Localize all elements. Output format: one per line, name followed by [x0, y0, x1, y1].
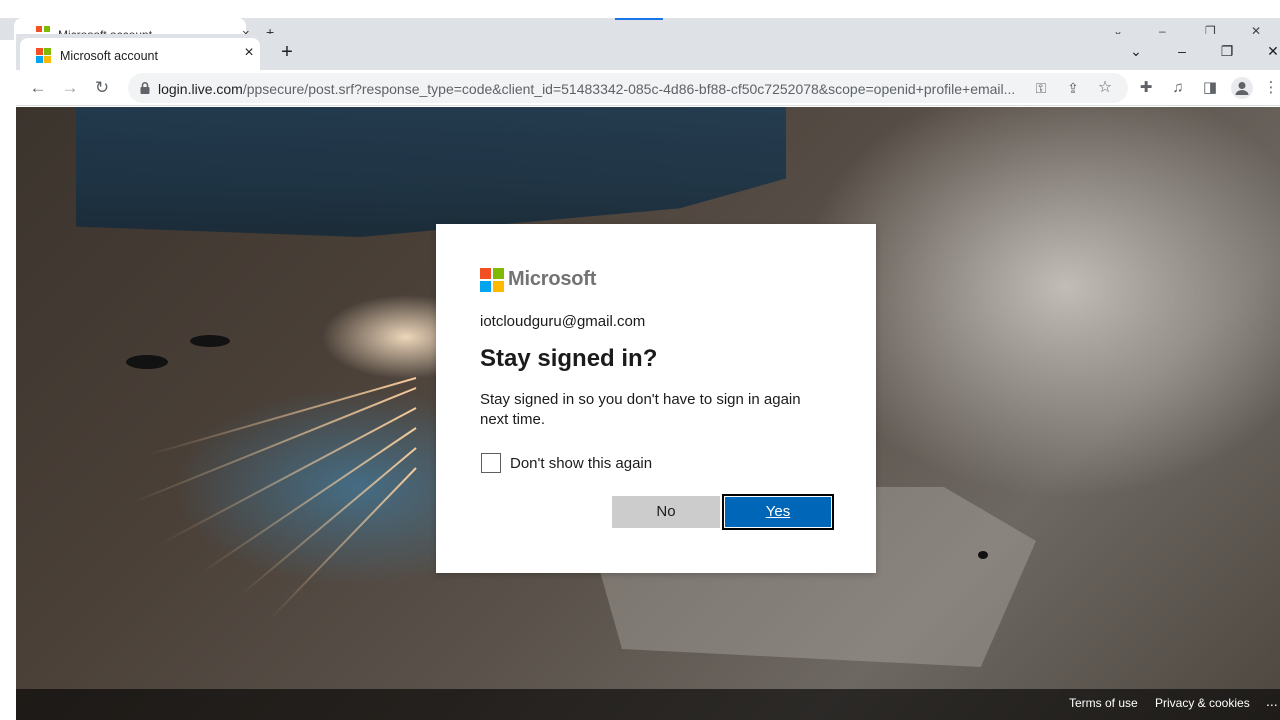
browser-toolbar: ← → ↻ login.live.com/ppsecure/post.srf?r…: [16, 70, 1280, 106]
dont-show-again-checkbox[interactable]: [481, 453, 501, 473]
address-bar[interactable]: login.live.com/ppsecure/post.srf?respons…: [128, 73, 1128, 103]
microsoft-favicon-icon: [36, 48, 52, 64]
more-options-icon[interactable]: ...: [1266, 693, 1278, 709]
background-spark: [146, 377, 417, 457]
tab-microsoft-account[interactable]: Microsoft account ×: [20, 38, 260, 70]
new-tab-button[interactable]: +: [276, 41, 298, 63]
lock-icon[interactable]: [138, 81, 152, 95]
reload-button[interactable]: ↻: [90, 76, 114, 100]
tab-strip: Microsoft account × + ⌄ – ❐ ✕: [16, 34, 1280, 70]
restore-button[interactable]: ❐: [1215, 40, 1239, 62]
background-spark: [239, 447, 417, 597]
forward-button[interactable]: →: [58, 76, 82, 100]
microsoft-logo-icon: [480, 268, 504, 292]
brand-wordmark: Microsoft: [508, 268, 597, 290]
url-host: login.live.com: [158, 81, 243, 97]
tab-search-icon[interactable]: ⌄: [1124, 40, 1148, 62]
tab-title: Microsoft account: [60, 49, 158, 63]
left-edge: [0, 40, 16, 720]
dont-show-again-label[interactable]: Don't show this again: [510, 455, 652, 472]
media-control-icon[interactable]: ♫: [1167, 77, 1189, 99]
no-button[interactable]: No: [612, 496, 720, 528]
profile-avatar[interactable]: [1231, 77, 1253, 99]
url-text: login.live.com/ppsecure/post.srf?respons…: [158, 81, 1028, 97]
side-panel-icon[interactable]: ◨: [1199, 77, 1221, 99]
tab-close-icon[interactable]: ×: [240, 44, 258, 62]
stay-signed-in-dialog: Microsoft iotcloudguru@gmail.com Stay si…: [436, 224, 876, 573]
page-footer: Terms of use Privacy & cookies ...: [16, 689, 1280, 720]
ghost-indicator: [615, 18, 663, 20]
key-icon[interactable]: ⚿: [1031, 78, 1051, 98]
share-icon[interactable]: ⇪: [1063, 78, 1083, 98]
background-machine: [76, 107, 786, 237]
bookmark-star-icon[interactable]: ☆: [1095, 78, 1115, 98]
extensions-icon[interactable]: ✚: [1135, 77, 1157, 99]
dialog-description: Stay signed in so you don't have to sign…: [480, 391, 801, 428]
minimize-button[interactable]: –: [1170, 40, 1194, 62]
close-window-button[interactable]: ✕: [1261, 40, 1280, 62]
dialog-title: Stay signed in?: [480, 345, 658, 372]
privacy-cookies-link[interactable]: Privacy & cookies: [1155, 696, 1250, 710]
background-hole: [978, 551, 988, 559]
back-button[interactable]: ←: [26, 76, 50, 100]
person-icon: [1235, 82, 1249, 95]
background-hole: [126, 355, 168, 369]
url-path: /ppsecure/post.srf?response_type=code&cl…: [242, 81, 1016, 97]
terms-of-use-link[interactable]: Terms of use: [1069, 696, 1138, 710]
account-email: iotcloudguru@gmail.com: [480, 313, 646, 330]
background-hole: [190, 335, 230, 347]
yes-button[interactable]: Yes: [722, 494, 834, 530]
background-spark: [269, 467, 417, 620]
menu-icon[interactable]: ⋮: [1263, 77, 1279, 99]
